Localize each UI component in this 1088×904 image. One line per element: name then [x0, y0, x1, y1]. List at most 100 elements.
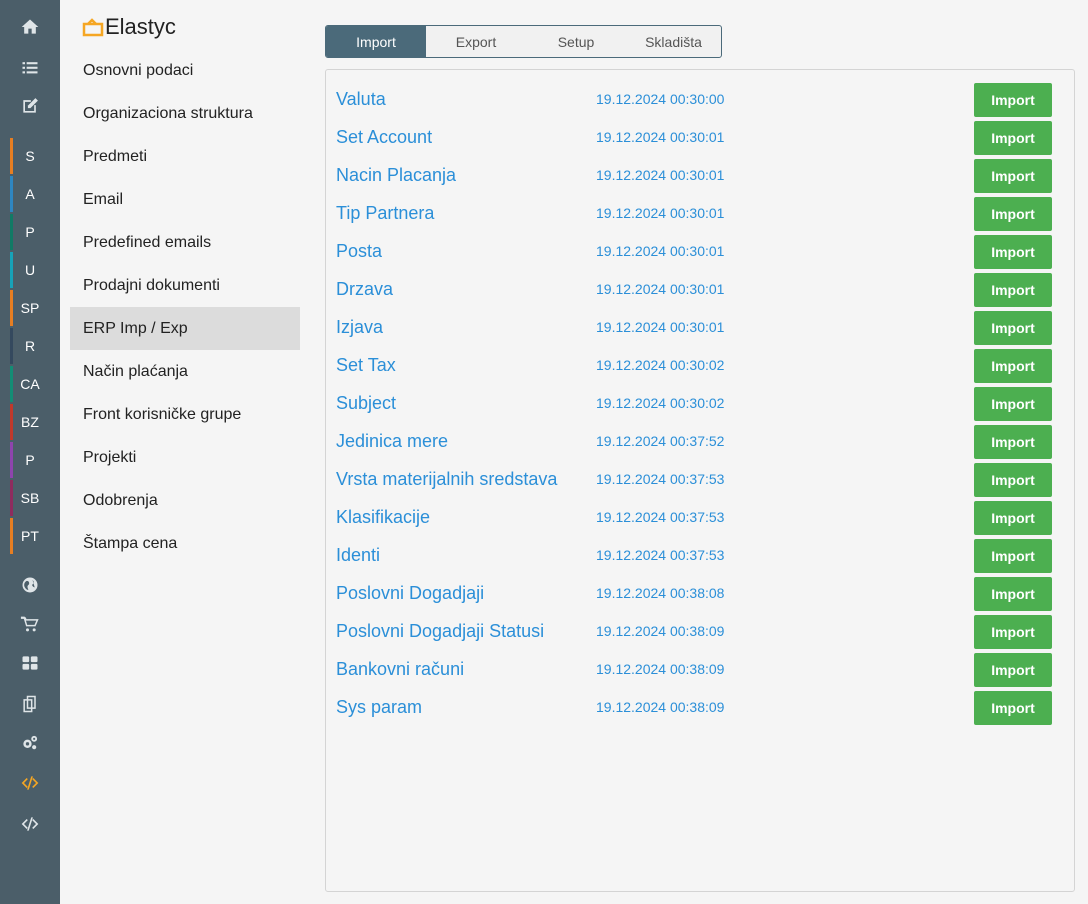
import-item-link[interactable]: Sys param — [336, 697, 422, 718]
import-button[interactable]: Import — [974, 463, 1052, 497]
tab-setup[interactable]: Setup — [526, 26, 626, 57]
sidebar-item[interactable]: Front korisničke grupe — [70, 393, 300, 436]
dashboard-icon[interactable] — [0, 645, 60, 681]
import-button[interactable]: Import — [974, 425, 1052, 459]
import-button[interactable]: Import — [974, 83, 1052, 117]
table-row: Klasifikacije 19.12.2024 00:37:53 Import — [326, 497, 1074, 535]
import-item-link[interactable]: Izjava — [336, 317, 383, 338]
rail-module-label: A — [25, 186, 35, 202]
import-button[interactable]: Import — [974, 311, 1052, 345]
rail-module-1[interactable]: A — [0, 176, 60, 212]
rail-module-color-bar — [10, 404, 13, 440]
sidebar-item[interactable]: Email — [70, 178, 300, 221]
sidebar-item[interactable]: Način plaćanja — [70, 350, 300, 393]
import-item-link[interactable]: Jedinica mere — [336, 431, 448, 452]
app-name: Elastyc — [105, 14, 176, 39]
rail-module-8[interactable]: P — [0, 442, 60, 478]
table-row: Identi 19.12.2024 00:37:53 Import — [326, 535, 1074, 573]
last-import-timestamp: 19.12.2024 00:30:01 — [596, 129, 725, 145]
import-item-link[interactable]: Klasifikacije — [336, 507, 430, 528]
table-row: Valuta 19.12.2024 00:30:00 Import — [326, 79, 1074, 117]
sidebar-item[interactable]: Predmeti — [70, 135, 300, 178]
last-import-timestamp: 19.12.2024 00:30:01 — [596, 319, 725, 335]
rail-module-4[interactable]: SP — [0, 290, 60, 326]
list-icon[interactable] — [0, 50, 60, 86]
import-item-link[interactable]: Posta — [336, 241, 382, 262]
import-button[interactable]: Import — [974, 121, 1052, 155]
tab-export[interactable]: Export — [426, 26, 526, 57]
table-row: Poslovni Dogadjaji Statusi 19.12.2024 00:… — [326, 611, 1074, 649]
icon-rail: S A P U SP R CA BZ P SB PT — [0, 0, 60, 904]
rail-module-10[interactable]: PT — [0, 518, 60, 554]
rail-module-label: SP — [20, 300, 40, 316]
rail-module-7[interactable]: BZ — [0, 404, 60, 440]
rail-module-label: P — [25, 452, 35, 468]
import-button[interactable]: Import — [974, 691, 1052, 725]
sidebar-item[interactable]: Štampa cena — [70, 522, 300, 565]
rail-module-2[interactable]: P — [0, 214, 60, 250]
import-item-link[interactable]: Set Account — [336, 127, 432, 148]
import-item-link[interactable]: Bankovni računi — [336, 659, 464, 680]
logo-icon — [82, 18, 104, 37]
import-item-link[interactable]: Drzava — [336, 279, 393, 300]
table-row: Tip Partnera 19.12.2024 00:30:01 Import — [326, 193, 1074, 231]
sidebar-item-label: Front korisničke grupe — [83, 405, 242, 423]
sidebar-item[interactable]: ERP Imp / Exp — [70, 307, 300, 350]
rail-module-3[interactable]: U — [0, 252, 60, 288]
rail-module-label: CA — [20, 376, 40, 392]
rail-module-0[interactable]: S — [0, 138, 60, 174]
rail-module-5[interactable]: R — [0, 328, 60, 364]
settings-icon[interactable] — [0, 725, 60, 761]
sidebar-item[interactable]: Projekti — [70, 436, 300, 479]
import-item-link[interactable]: Poslovni Dogadjaji Statusi — [336, 621, 544, 642]
sidebar-item-label: Štampa cena — [83, 534, 178, 552]
logo[interactable]: Elastyc — [82, 14, 176, 40]
import-button[interactable]: Import — [974, 653, 1052, 687]
import-item-link[interactable]: Identi — [336, 545, 380, 566]
import-button[interactable]: Import — [974, 197, 1052, 231]
import-button[interactable]: Import — [974, 273, 1052, 307]
tab-import[interactable]: Import — [326, 26, 426, 57]
import-item-link[interactable]: Poslovni Dogadjaji — [336, 583, 484, 604]
import-button[interactable]: Import — [974, 615, 1052, 649]
sidebar-item[interactable]: Osnovni podaci — [70, 49, 300, 92]
import-button[interactable]: Import — [974, 387, 1052, 421]
rail-module-color-bar — [10, 442, 13, 478]
last-import-timestamp: 19.12.2024 00:37:52 — [596, 433, 725, 449]
sidebar-item[interactable]: Organizaciona struktura — [70, 92, 300, 135]
documents-icon[interactable] — [0, 686, 60, 722]
import-item-link[interactable]: Set Tax — [336, 355, 396, 376]
import-button[interactable]: Import — [974, 235, 1052, 269]
import-item-link[interactable]: Nacin Placanja — [336, 165, 456, 186]
sidebar-item-label: Predefined emails — [83, 233, 212, 251]
import-button[interactable]: Import — [974, 349, 1052, 383]
code-icon-active[interactable] — [0, 765, 60, 801]
sidebar-item-label: Odobrenja — [83, 491, 158, 509]
cart-icon[interactable] — [0, 606, 60, 642]
rail-module-color-bar — [10, 328, 13, 364]
globe-icon[interactable] — [0, 567, 60, 603]
import-item-link[interactable]: Tip Partnera — [336, 203, 434, 224]
import-button[interactable]: Import — [974, 539, 1052, 573]
main-content: Import Export Setup Skladišta Valuta 19.1… — [310, 0, 1088, 904]
rail-module-9[interactable]: SB — [0, 480, 60, 516]
sidebar-item[interactable]: Predefined emails — [70, 221, 300, 264]
import-item-link[interactable]: Subject — [336, 393, 396, 414]
rail-module-label: U — [24, 262, 36, 278]
import-button[interactable]: Import — [974, 501, 1052, 535]
import-button[interactable]: Import — [974, 577, 1052, 611]
import-item-link[interactable]: Vrsta materijalnih sredstava — [336, 469, 557, 490]
sidebar-item[interactable]: Prodajni dokumenti — [70, 264, 300, 307]
last-import-timestamp: 19.12.2024 00:38:08 — [596, 585, 725, 601]
table-row: Vrsta materijalnih sredstava 19.12.2024 0… — [326, 459, 1074, 497]
sidebar-item-label: Način plaćanja — [83, 362, 188, 380]
tab-skladista[interactable]: Skladišta — [626, 26, 721, 57]
edit-icon[interactable] — [0, 88, 60, 124]
home-icon[interactable] — [0, 9, 60, 45]
import-item-link[interactable]: Valuta — [336, 89, 386, 110]
code-icon[interactable] — [0, 806, 60, 842]
last-import-timestamp: 19.12.2024 00:30:01 — [596, 205, 725, 221]
import-button[interactable]: Import — [974, 159, 1052, 193]
sidebar-item[interactable]: Odobrenja — [70, 479, 300, 522]
rail-module-6[interactable]: CA — [0, 366, 60, 402]
